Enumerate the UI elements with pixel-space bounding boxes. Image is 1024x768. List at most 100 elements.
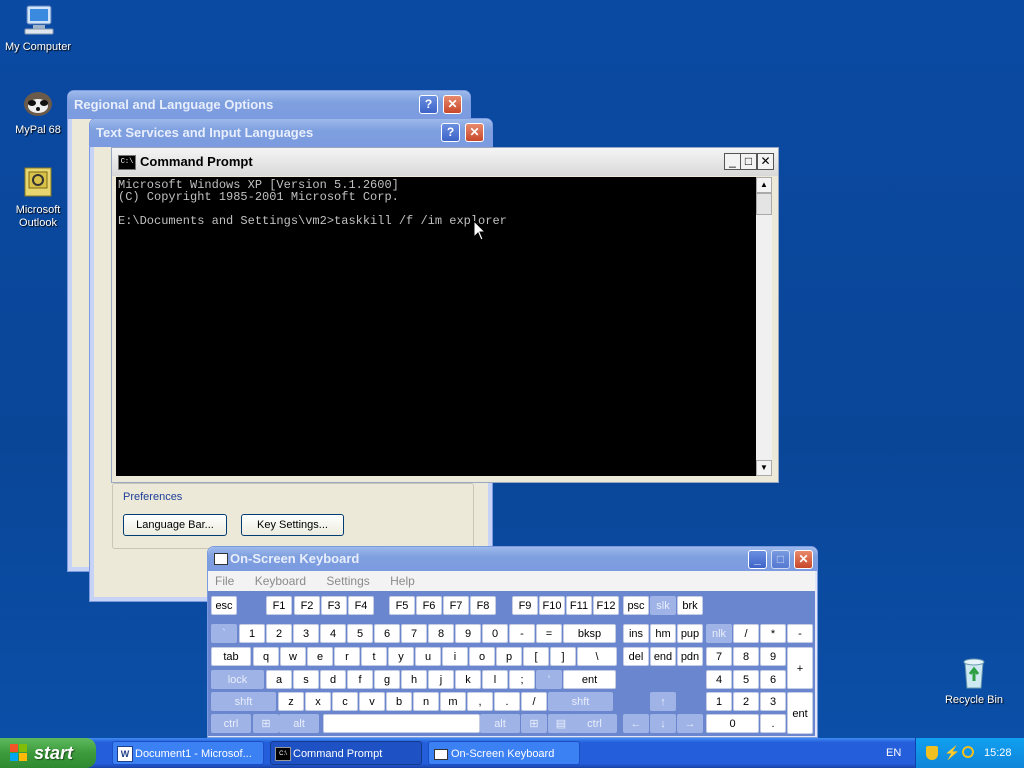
osk-key[interactable]: F6 — [416, 596, 442, 615]
menu-key-icon[interactable]: ▤ — [548, 714, 574, 733]
console-output[interactable]: Microsoft Windows XP [Version 5.1.2600](… — [116, 177, 756, 476]
search-icon[interactable] — [962, 746, 974, 758]
key-settings-button[interactable]: Key Settings... — [241, 514, 344, 536]
osk-key[interactable]: 9 — [455, 624, 481, 643]
osk-key[interactable]: m — [440, 692, 466, 711]
osk-key[interactable]: g — [374, 670, 400, 689]
start-button[interactable]: start — [0, 738, 96, 768]
outlook-shortcut[interactable]: Microsoft Outlook — [0, 166, 76, 230]
osk-key[interactable]: i — [442, 647, 468, 666]
osk-key[interactable]: ctrl — [211, 714, 251, 733]
osk-key[interactable]: shft — [548, 692, 613, 711]
menu-help[interactable]: Help — [390, 574, 415, 588]
maximize-button[interactable]: □ — [771, 550, 790, 569]
osk-key[interactable]: F4 — [348, 596, 374, 615]
osk-key[interactable]: nlk — [706, 624, 732, 643]
osk-key[interactable]: ins — [623, 624, 649, 643]
close-button[interactable]: ✕ — [465, 123, 484, 142]
language-bar-button[interactable]: Language Bar... — [123, 514, 227, 536]
osk-key[interactable]: pup — [677, 624, 703, 643]
menu-keyboard[interactable]: Keyboard — [255, 574, 306, 588]
osk-key[interactable]: psc — [623, 596, 649, 615]
osk-key[interactable]: F9 — [512, 596, 538, 615]
osk-key[interactable]: shft — [211, 692, 276, 711]
windows-key-icon[interactable]: ⊞ — [253, 714, 279, 733]
mypal-shortcut[interactable]: MyPal 68 — [0, 86, 76, 137]
osk-key[interactable]: ← — [623, 714, 649, 733]
task-command-prompt[interactable]: C:\ Command Prompt — [270, 741, 422, 765]
osk-key[interactable]: pdn — [677, 647, 703, 666]
osk-key[interactable]: + — [787, 647, 813, 689]
osk-key[interactable]: ; — [509, 670, 535, 689]
osk-key[interactable]: * — [760, 624, 786, 643]
help-button[interactable]: ? — [419, 95, 438, 114]
osk-key[interactable]: . — [760, 714, 786, 733]
maximize-button[interactable]: □ — [740, 153, 757, 170]
osk-key[interactable]: \ — [577, 647, 617, 666]
osk-key[interactable]: 0 — [482, 624, 508, 643]
osk-key[interactable]: F11 — [566, 596, 592, 615]
osk-key[interactable]: ent — [563, 670, 616, 689]
osk-key[interactable]: w — [280, 647, 306, 666]
osk-key[interactable]: 6 — [374, 624, 400, 643]
security-shield-icon[interactable] — [926, 746, 938, 760]
osk-key[interactable]: alt — [480, 714, 520, 733]
osk-key[interactable]: e — [307, 647, 333, 666]
osk-key[interactable]: 1 — [706, 692, 732, 711]
osk-key[interactable]: 4 — [320, 624, 346, 643]
osk-key[interactable]: 3 — [760, 692, 786, 711]
osk-key[interactable]: 8 — [733, 647, 759, 666]
osk-key[interactable]: hm — [650, 624, 676, 643]
space-bar-key[interactable] — [323, 714, 480, 733]
osk-key[interactable]: F1 — [266, 596, 292, 615]
osk-key[interactable]: n — [413, 692, 439, 711]
scroll-up-arrow-icon[interactable]: ▲ — [756, 177, 772, 193]
osk-key[interactable]: u — [415, 647, 441, 666]
network-icon[interactable]: ⚡ — [944, 746, 960, 760]
osk-key[interactable]: z — [278, 692, 304, 711]
osk-key[interactable]: . — [494, 692, 520, 711]
osk-key[interactable]: 1 — [239, 624, 265, 643]
windows-key-icon[interactable]: ⊞ — [521, 714, 547, 733]
close-button[interactable]: ✕ — [794, 550, 813, 569]
osk-key[interactable]: 8 — [428, 624, 454, 643]
osk-key[interactable]: F8 — [470, 596, 496, 615]
osk-key[interactable]: 3 — [293, 624, 319, 643]
osk-key[interactable]: s — [293, 670, 319, 689]
osk-key[interactable]: ` — [211, 624, 237, 643]
osk-key[interactable]: x — [305, 692, 331, 711]
minimize-button[interactable]: _ — [748, 550, 767, 569]
osk-key[interactable]: 9 — [760, 647, 786, 666]
scroll-thumb[interactable] — [756, 193, 772, 215]
osk-key[interactable]: ctrl — [572, 714, 617, 733]
osk-key[interactable]: F12 — [593, 596, 619, 615]
osk-key[interactable]: ] — [550, 647, 576, 666]
osk-key[interactable]: / — [521, 692, 547, 711]
osk-key[interactable]: ' — [536, 670, 562, 689]
osk-key[interactable]: 6 — [760, 670, 786, 689]
osk-key[interactable]: l — [482, 670, 508, 689]
osk-key[interactable]: → — [677, 714, 703, 733]
osk-key[interactable]: p — [496, 647, 522, 666]
osk-key[interactable]: / — [733, 624, 759, 643]
osk-key[interactable]: r — [334, 647, 360, 666]
osk-key[interactable]: c — [332, 692, 358, 711]
osk-key[interactable]: , — [467, 692, 493, 711]
osk-key[interactable]: F2 — [294, 596, 320, 615]
osk-key[interactable]: - — [787, 624, 813, 643]
vertical-scrollbar[interactable]: ▲ ▼ — [756, 177, 772, 476]
osk-key[interactable]: ent — [787, 692, 813, 734]
osk-key[interactable]: F3 — [321, 596, 347, 615]
osk-key[interactable]: 0 — [706, 714, 759, 733]
osk-key[interactable]: tab — [211, 647, 251, 666]
osk-key[interactable]: 5 — [347, 624, 373, 643]
osk-key[interactable]: b — [386, 692, 412, 711]
osk-key[interactable]: slk — [650, 596, 676, 615]
menu-file[interactable]: File — [215, 574, 234, 588]
osk-key[interactable]: F5 — [389, 596, 415, 615]
osk-key[interactable]: k — [455, 670, 481, 689]
help-button[interactable]: ? — [441, 123, 460, 142]
osk-key[interactable]: [ — [523, 647, 549, 666]
osk-key[interactable]: d — [320, 670, 346, 689]
osk-key[interactable]: - — [509, 624, 535, 643]
